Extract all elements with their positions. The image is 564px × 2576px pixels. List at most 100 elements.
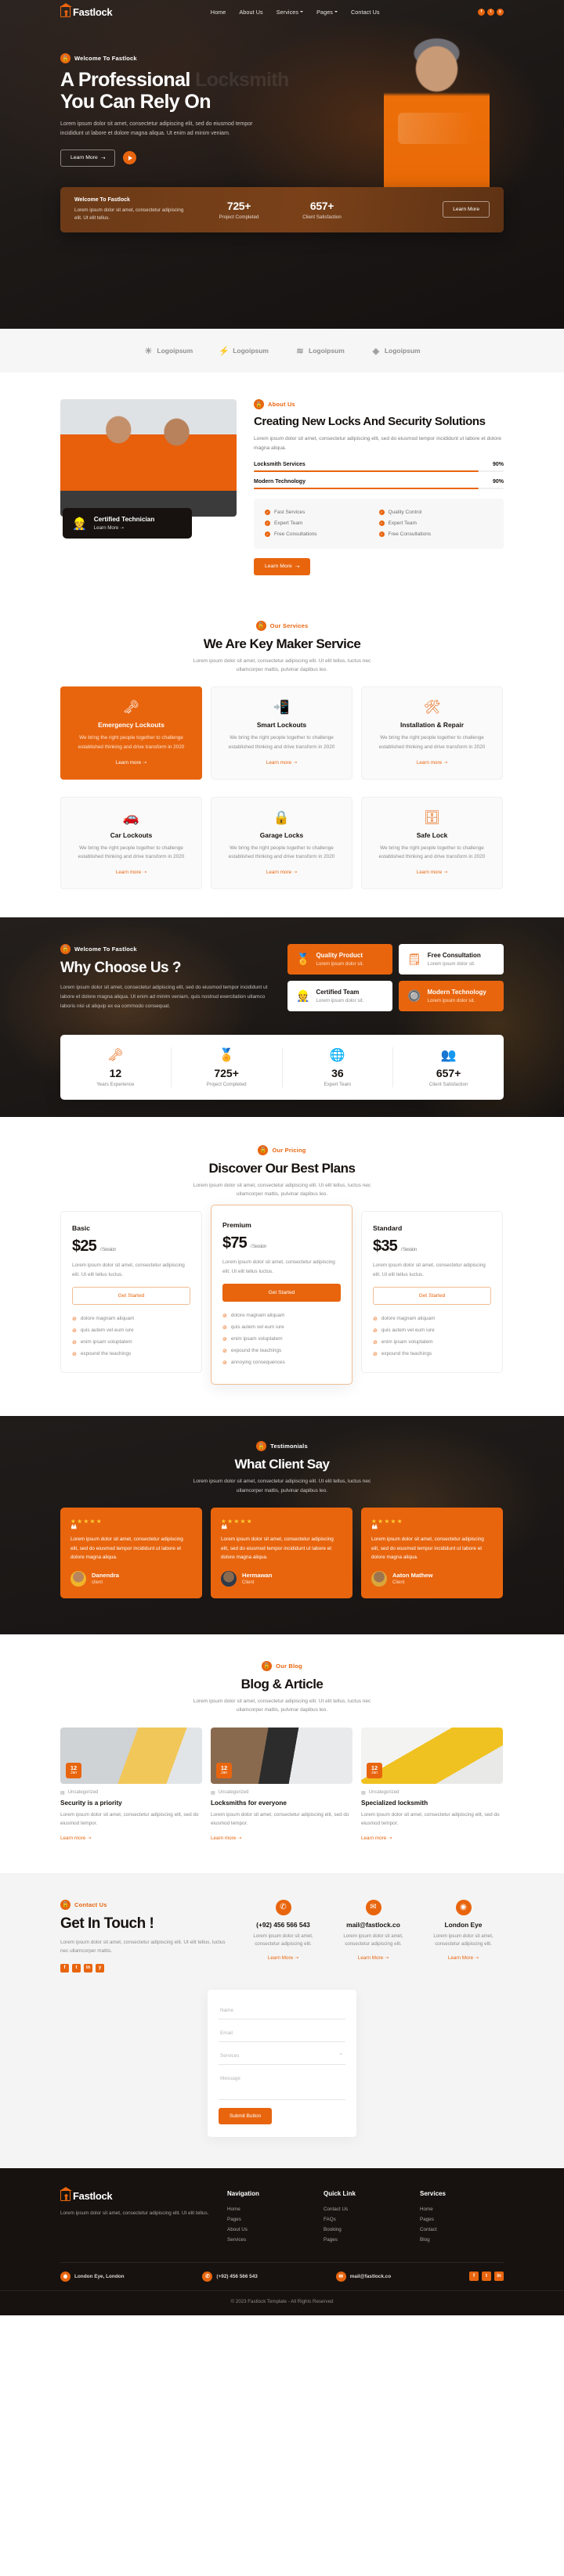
blog-card[interactable]: 12 Jan ▤ Uncategorized Security is a prior… <box>60 1727 202 1842</box>
contact-item-link[interactable]: Learn More ➝ <box>358 1955 389 1961</box>
why-card-title: Certified Team <box>316 988 360 996</box>
twitter-icon[interactable]: t <box>72 1963 81 1973</box>
linkedin-icon[interactable]: in <box>494 2272 504 2282</box>
name-input[interactable] <box>219 2001 345 2019</box>
plan-cta-button[interactable]: Get Started <box>72 1287 190 1306</box>
site-logo[interactable]: Fastlock <box>60 3 113 18</box>
footer-link[interactable]: Home <box>227 2204 309 2214</box>
service-card-garage-locks[interactable]: 🔒 Garage Locks We bring the right people… <box>211 796 352 889</box>
service-learn-more-link[interactable]: Learn more ➝ <box>266 870 297 875</box>
service-card-car-lockouts[interactable]: 🚗 Car Lockouts We bring the right people… <box>60 796 202 889</box>
why-card-free-consultation[interactable]: 🗒 Free Consultation Lorem ipsum dolor sit… <box>399 943 504 975</box>
footer-link[interactable]: Contact Us <box>324 2204 406 2214</box>
why-card-certified-team[interactable]: 👷 Certified Team Lorem ipsum dolor sit. <box>287 980 392 1011</box>
nav-item-home[interactable]: Home <box>211 9 226 16</box>
contact-item-link[interactable]: Learn More ➝ <box>268 1955 298 1961</box>
blog-card[interactable]: 12 Jan ▤ Uncategorized Locksmiths for ever… <box>211 1727 352 1842</box>
hero-stats-learn-more-button[interactable]: Learn More <box>443 201 490 218</box>
plan-feature: ⊘ dolore magnam aliquam <box>72 1316 135 1322</box>
footer-phone[interactable]: ✆ (+92) 456 566 543 <box>202 2271 258 2282</box>
youtube-icon[interactable]: y <box>96 1963 104 1973</box>
facebook-icon[interactable]: f <box>478 8 485 16</box>
service-learn-more-link[interactable]: Learn more ➝ <box>116 760 146 766</box>
nav-item-about-us[interactable]: About Us <box>239 9 262 16</box>
check-icon: ✓ <box>265 521 270 527</box>
footer-link[interactable]: Blog <box>420 2235 502 2245</box>
check-circle-icon: ⊘ <box>222 1313 227 1319</box>
footer-email[interactable]: ✉ mail@fastlock.co <box>335 2271 391 2282</box>
counter-number: 12 <box>109 1066 122 1079</box>
nav-item-pages[interactable]: Pages <box>316 9 338 16</box>
footer-column-title: Navigation <box>227 2189 259 2197</box>
contact-item-phone: ✆ (+92) 456 566 543 Lorem ipsum dolor si… <box>243 1899 324 1962</box>
lock-icon: 🔓 <box>256 1441 267 1452</box>
service-learn-more-link[interactable]: Learn more ➝ <box>266 760 297 766</box>
blog-post-title: Locksmiths for everyone <box>211 1799 287 1807</box>
blog-learn-more-link[interactable]: Learn more ➝ <box>361 1836 392 1841</box>
nav-item-contact-us[interactable]: Contact Us <box>351 9 380 16</box>
plan-cta-button[interactable]: Get Started <box>373 1287 491 1306</box>
skill-track <box>254 487 504 489</box>
footer-link[interactable]: Contact <box>420 2225 502 2235</box>
play-button[interactable] <box>123 151 137 164</box>
youtube-icon[interactable]: y <box>497 8 504 16</box>
contact-item-title: (+92) 456 566 543 <box>256 1920 310 1929</box>
footer-link[interactable]: Pages <box>420 2214 502 2225</box>
nav-item-services[interactable]: Services <box>277 9 304 16</box>
facebook-icon[interactable]: f <box>469 2272 479 2282</box>
about-learn-more-button[interactable]: Learn More ➝ <box>254 557 311 575</box>
twitter-icon[interactable]: t <box>487 8 494 16</box>
footer-link[interactable]: FAQs <box>324 2214 406 2225</box>
diamond-circle-icon: ◈ <box>372 346 380 356</box>
footer-link[interactable]: Services <box>227 2235 309 2245</box>
why-card-modern-technology[interactable]: 🔘 Modern Technology Lorem ipsum dolor sit… <box>399 980 504 1011</box>
partner-logo-label: Logoipsum <box>157 347 193 355</box>
technician-icon: 👷 <box>296 989 310 1002</box>
footer-link[interactable]: Pages <box>324 2235 406 2245</box>
plan-price: $75 <box>222 1234 248 1252</box>
feature-item: ✓ Free Consultations <box>265 531 317 538</box>
service-learn-more-link[interactable]: Learn more ➝ <box>417 760 447 766</box>
service-select[interactable] <box>219 2047 345 2065</box>
service-learn-more-link[interactable]: Learn more ➝ <box>116 870 146 875</box>
twitter-icon[interactable]: t <box>482 2272 491 2282</box>
footer-link[interactable]: Pages <box>227 2214 309 2225</box>
hero-learn-more-button[interactable]: Learn More ➝ <box>60 149 116 167</box>
counter-years-experience: 🗝 12 Years Experience <box>60 1047 172 1087</box>
submit-button[interactable]: Submit Button <box>219 2107 273 2124</box>
why-card-quality-product[interactable]: 🏅 Quality Product Lorem ipsum dolor sit. <box>287 943 392 975</box>
footer-link[interactable]: Home <box>420 2204 502 2214</box>
certified-technician-badge[interactable]: 👷 Certified Technician Learn More ➝ <box>63 508 192 539</box>
why-card-desc: Lorem ipsum dolor sit. <box>316 997 364 1003</box>
service-card-installation-repair[interactable]: 🛠 Installation & Repair We bring the rig… <box>361 686 503 780</box>
footer-link[interactable]: About Us <box>227 2225 309 2235</box>
blog-learn-more-link[interactable]: Learn more ➝ <box>60 1836 91 1841</box>
author-role: Client <box>242 1580 255 1586</box>
play-icon <box>128 155 133 160</box>
service-card-smart-lockouts[interactable]: 📲 Smart Lockouts We bring the right peop… <box>211 686 352 780</box>
facebook-icon[interactable]: f <box>60 1963 69 1973</box>
partner-logo[interactable]: ≋ Logoipsum <box>295 346 344 356</box>
partner-logo[interactable]: ☀ Logoipsum <box>143 346 193 356</box>
email-input[interactable] <box>219 2024 345 2042</box>
service-learn-more-link[interactable]: Learn more ➝ <box>417 870 447 875</box>
service-card-emergency-lockouts[interactable]: 🗝 Emergency Lockouts We bring the right … <box>60 686 202 780</box>
partner-logo[interactable]: ⚡ Logoipsum <box>219 346 269 356</box>
about-image <box>60 399 237 517</box>
footer-link[interactable]: Booking <box>324 2225 406 2235</box>
contact-item-link[interactable]: Learn More ➝ <box>448 1955 479 1961</box>
partner-logo[interactable]: ◈ Logoipsum <box>371 346 421 356</box>
badge-link[interactable]: Learn More ➝ <box>94 525 155 531</box>
linkedin-icon[interactable]: in <box>84 1963 92 1973</box>
service-card-safe-lock[interactable]: 🗄 Safe Lock We bring the right people to… <box>361 796 503 889</box>
plan-cta-button[interactable]: Get Started <box>222 1284 341 1302</box>
hero-eyebrow-text: Welcome To Fastlock <box>74 55 137 62</box>
blog-learn-more-link[interactable]: Learn more ➝ <box>211 1836 241 1841</box>
footer-location[interactable]: ◉ London Eye, London <box>60 2271 125 2282</box>
message-textarea[interactable] <box>219 2070 345 2100</box>
blog-card[interactable]: 12 Jan ▤ Uncategorized Specialized locksmi… <box>361 1727 503 1842</box>
blog-date-badge: 12 Jan <box>367 1762 382 1778</box>
service-select-wrap <box>219 2047 345 2070</box>
stat-number: 725+ <box>226 199 251 212</box>
footer-logo[interactable]: Fastlock <box>60 2187 213 2202</box>
